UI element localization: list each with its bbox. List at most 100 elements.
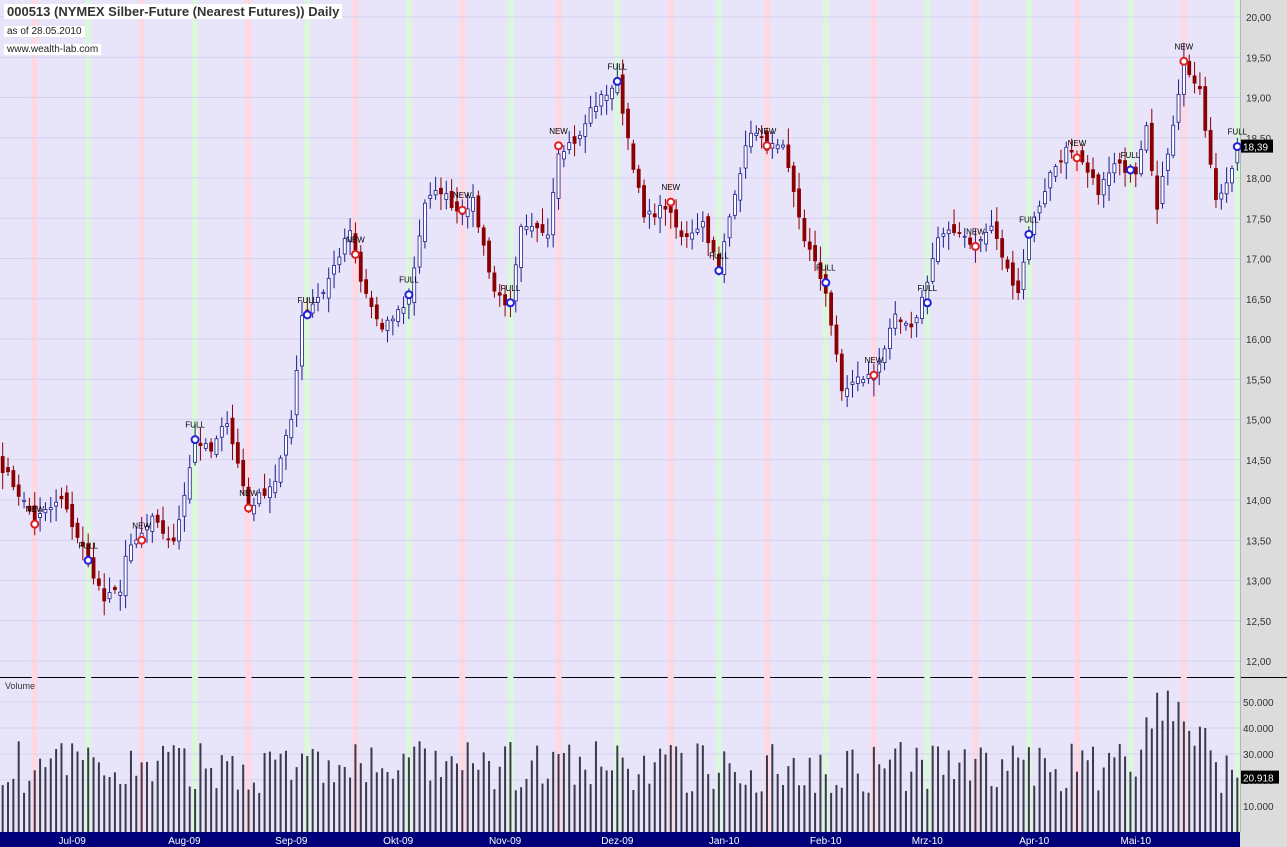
candle-body (11, 470, 16, 488)
candle-body (695, 228, 700, 233)
candle-body (230, 417, 235, 445)
signal-label: NEW (132, 521, 151, 530)
last-price-label: 18,39 (1243, 143, 1268, 154)
candle-body (797, 188, 801, 218)
signal-label: FULL (816, 264, 836, 273)
volume-tick-label: 40.000 (1243, 724, 1274, 735)
candle-body (978, 239, 983, 242)
candle-body (519, 226, 524, 268)
new-signal-marker (1179, 56, 1189, 66)
candle-body (96, 578, 101, 586)
candle-body (599, 94, 604, 107)
candle-body (1198, 85, 1202, 90)
signal-stripe (870, 0, 877, 832)
month-label: Dez-09 (601, 836, 634, 847)
candle-body (439, 187, 443, 195)
candle-body (1117, 159, 1122, 164)
candle-body (1010, 262, 1015, 286)
signal-label: FULL (918, 284, 938, 293)
candle-body (471, 196, 475, 212)
chart-title: 000513 (NYMEX Silber-Future (Nearest Fut… (4, 4, 343, 19)
candle-body (1101, 179, 1106, 196)
volume-tick-label: 30.000 (1243, 750, 1274, 761)
candle-body (155, 514, 160, 523)
signal-label: FULL (1019, 215, 1039, 224)
candle-body (861, 379, 866, 384)
candle-body (786, 144, 791, 168)
candle-body (936, 237, 940, 263)
signal-label: FULL (1121, 151, 1141, 160)
signal-stripe (763, 0, 770, 832)
full-signal-marker (612, 76, 622, 86)
candle-body (1144, 125, 1149, 151)
candle-body (1107, 172, 1111, 186)
candle-body (877, 363, 882, 373)
candle-body (1171, 124, 1176, 156)
candle-body (989, 225, 994, 231)
signal-label: FULL (185, 421, 205, 430)
candle-body (802, 217, 807, 242)
candle-body (1176, 93, 1181, 123)
signal-stripe (667, 0, 674, 832)
candle-body (578, 135, 582, 140)
candle-body (118, 591, 123, 596)
candle-body (952, 224, 956, 233)
full-signal-marker (302, 310, 312, 320)
candle-body (1016, 280, 1021, 294)
signal-stripe (1234, 0, 1241, 832)
candle-body (225, 423, 230, 427)
signal-stripe (192, 0, 199, 832)
candle-body (364, 279, 369, 294)
candle-body (1053, 166, 1058, 177)
price-tick-label: 15,00 (1246, 416, 1271, 427)
candle-body (219, 426, 224, 438)
signal-label: FULL (709, 252, 729, 261)
candle-body (22, 499, 26, 502)
candle-body (904, 322, 908, 326)
candle-body (374, 304, 379, 320)
candle-body (642, 185, 646, 218)
candle-body (781, 144, 785, 148)
volume-tick-label: 10.000 (1243, 802, 1274, 813)
candle-body (278, 457, 283, 483)
signal-stripe (405, 0, 412, 832)
signal-label: FULL (501, 284, 521, 293)
candle-body (583, 123, 588, 137)
signal-stripe (972, 0, 979, 832)
candle-body (957, 232, 962, 234)
new-signal-marker (350, 249, 360, 259)
signal-label: NEW (346, 235, 365, 244)
new-signal-marker (762, 141, 772, 151)
month-label: Apr-10 (1019, 836, 1049, 847)
signal-stripe (138, 0, 145, 832)
price-tick-label: 19,00 (1246, 94, 1271, 105)
month-label: Jan-10 (709, 836, 740, 847)
candle-body (839, 353, 844, 392)
signal-label: NEW (239, 489, 258, 498)
candle-body (674, 209, 679, 228)
signal-label: NEW (661, 183, 680, 192)
full-signal-marker (922, 298, 932, 308)
candle-body (123, 555, 128, 597)
candle-body (1149, 122, 1154, 172)
signal-stripe (715, 0, 722, 832)
price-tick-label: 12,00 (1246, 657, 1271, 668)
signal-label: NEW (25, 505, 44, 514)
candle-body (150, 515, 155, 532)
price-volume-chart[interactable]: 12,00 12,50 13,00 13,50 14,00 14,50 15,00 15,50… (0, 0, 1287, 847)
signal-stripe (924, 0, 931, 832)
candle-body (70, 503, 75, 528)
candle-body (64, 492, 69, 510)
signal-stripe (1127, 0, 1134, 832)
candle-body (647, 210, 652, 215)
candle-body (631, 143, 636, 170)
full-signal-marker (190, 435, 200, 445)
candle-body (1192, 75, 1197, 84)
month-label: Sep-09 (275, 836, 308, 847)
signal-label: NEW (1068, 139, 1087, 148)
full-signal-marker (1125, 165, 1135, 175)
signal-stripe (245, 0, 252, 832)
candle-body (423, 202, 427, 242)
new-signal-marker (244, 503, 254, 513)
candle-body (332, 265, 336, 275)
